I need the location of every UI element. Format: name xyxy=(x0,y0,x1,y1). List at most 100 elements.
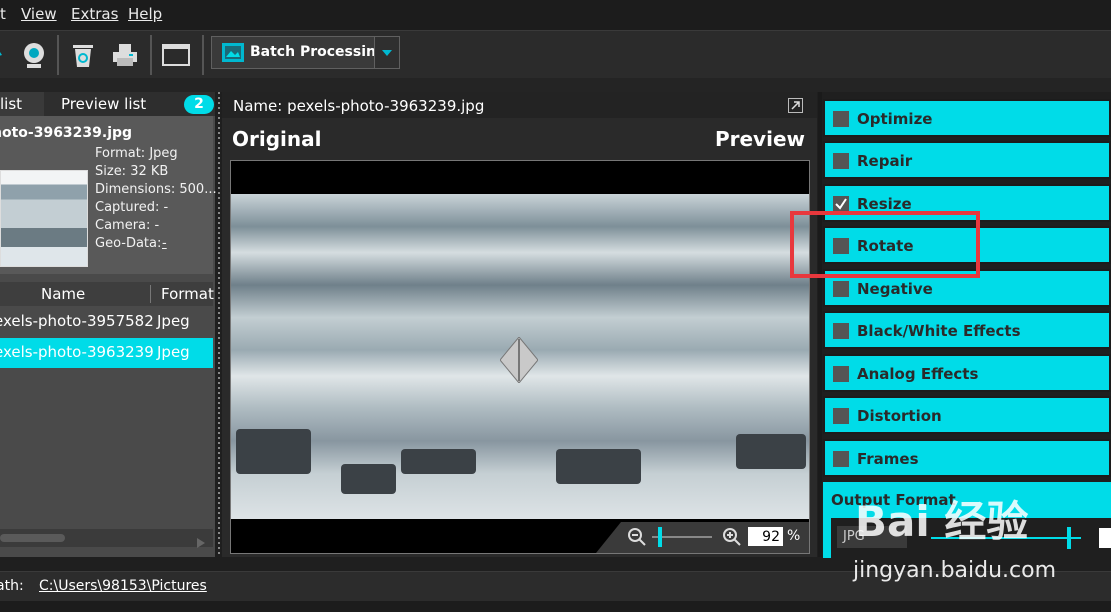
column-header-name[interactable]: Name xyxy=(41,285,85,303)
menu-item-edit[interactable]: t xyxy=(0,5,6,23)
effect-checkbox[interactable] xyxy=(833,408,849,424)
menu-bar: t View Extras Help xyxy=(0,0,1111,30)
watermark-url: jingyan.baidu.com xyxy=(853,558,1057,583)
toolbar: Batch Processing xyxy=(0,30,1111,79)
batch-processing-button[interactable]: Batch Processing xyxy=(211,36,400,69)
arrow-icon[interactable] xyxy=(0,38,10,72)
checkmark-icon xyxy=(835,198,847,210)
bottom-strip xyxy=(0,601,1111,612)
rock xyxy=(236,429,311,474)
effect-checkbox[interactable] xyxy=(833,323,849,339)
panel-divider xyxy=(818,92,822,557)
rock xyxy=(401,449,476,474)
effect-black-white[interactable]: Black/White Effects xyxy=(823,311,1111,349)
file-list-panel: list Preview list 2 noto-3963239.jpg For… xyxy=(0,92,217,557)
zoom-percent-label: % xyxy=(787,528,801,544)
effect-label: Frames xyxy=(857,450,919,468)
count-badge: 2 xyxy=(184,95,214,114)
tab-label: list xyxy=(0,95,23,113)
file-name-bar: Name: pexels-photo-3963239.jpg xyxy=(222,92,817,118)
effect-checkbox[interactable] xyxy=(833,111,849,127)
rock xyxy=(341,464,396,494)
row-name: exels-photo-3963239 xyxy=(0,343,154,361)
effect-optimize[interactable]: Optimize xyxy=(823,99,1111,137)
recycle-bin-icon[interactable] xyxy=(66,38,100,72)
toolbar-separator xyxy=(202,35,204,75)
popout-icon[interactable] xyxy=(788,98,803,113)
file-info-box: noto-3963239.jpg Format: Jpeg Size: 32 K… xyxy=(0,116,217,274)
effect-checkbox[interactable] xyxy=(833,153,849,169)
preview-panel: Name: pexels-photo-3963239.jpg Original … xyxy=(222,92,817,557)
info-dimensions: Dimensions: 500... xyxy=(95,182,217,197)
info-format: Format: Jpeg xyxy=(95,146,178,161)
watermark-logo: Bai 经验 xyxy=(855,497,1029,546)
toolbar-separator xyxy=(150,35,152,75)
effect-label: Distortion xyxy=(857,407,942,425)
thumbnail-image[interactable] xyxy=(0,170,88,267)
effect-analog[interactable]: Analog Effects xyxy=(823,354,1111,392)
zoom-bar: % xyxy=(596,522,809,553)
zoom-input[interactable] xyxy=(748,527,783,546)
menu-item-view[interactable]: View xyxy=(21,5,57,23)
tab-label: Preview list xyxy=(61,95,147,113)
effect-distortion[interactable]: Distortion xyxy=(823,396,1111,434)
rock xyxy=(556,449,641,484)
preview-label: Preview xyxy=(714,127,805,151)
table-row[interactable]: exels-photo-3957582 Jpeg xyxy=(0,307,213,337)
rock xyxy=(736,434,806,469)
row-format: Jpeg xyxy=(157,343,213,361)
effect-label: Negative xyxy=(857,280,933,298)
highlight-box xyxy=(790,211,980,278)
effect-label: Black/White Effects xyxy=(857,322,1021,340)
image-viewer[interactable]: % xyxy=(230,160,810,554)
info-captured: Captured: - xyxy=(95,200,169,215)
file-title: noto-3963239.jpg xyxy=(0,125,133,141)
zoom-slider-thumb[interactable] xyxy=(658,527,662,547)
zoom-out-icon[interactable] xyxy=(628,528,646,550)
effect-label: Analog Effects xyxy=(857,365,979,383)
effect-checkbox[interactable] xyxy=(833,366,849,382)
baidu-watermark: Bai 经验 jingyan.baidu.com xyxy=(853,488,1111,588)
zoom-in-icon[interactable] xyxy=(723,528,741,550)
printer-icon[interactable] xyxy=(108,38,142,72)
info-size: Size: 32 KB xyxy=(95,164,169,179)
effect-label: Optimize xyxy=(857,110,933,128)
effect-frames[interactable]: Frames xyxy=(823,439,1111,477)
info-geodata-link[interactable]: - xyxy=(162,236,167,251)
file-name-label: Name: pexels-photo-3963239.jpg xyxy=(233,97,485,115)
column-divider[interactable] xyxy=(150,285,151,303)
effect-checkbox-checked[interactable] xyxy=(833,196,849,212)
compare-slider-handle[interactable] xyxy=(499,336,539,387)
menu-item-extras[interactable]: Extras xyxy=(71,5,118,23)
effect-label: Repair xyxy=(857,152,913,170)
menu-item-help[interactable]: Help xyxy=(128,5,162,23)
toolbar-divider xyxy=(0,78,1111,92)
tab-list[interactable]: list xyxy=(0,92,46,116)
splitter-handle[interactable] xyxy=(218,92,220,557)
menu-label: Extras xyxy=(71,5,119,23)
list-header: Name Format xyxy=(0,282,214,306)
effect-repair[interactable]: Repair xyxy=(823,141,1111,179)
path-link[interactable]: C:\Users\98153\Pictures xyxy=(39,578,207,594)
effect-checkbox[interactable] xyxy=(833,281,849,297)
webcam-icon[interactable] xyxy=(17,38,51,72)
toolbar-separator xyxy=(57,35,59,75)
effect-checkbox[interactable] xyxy=(833,451,849,467)
info-geodata: Geo-Data: xyxy=(95,236,162,251)
scroll-right-icon[interactable] xyxy=(197,533,205,552)
window-icon[interactable] xyxy=(159,38,193,72)
path-label: ath: xyxy=(0,578,24,594)
row-name: exels-photo-3957582 xyxy=(0,312,154,330)
info-camera: Camera: - xyxy=(95,218,160,233)
menu-label: Help xyxy=(128,5,163,23)
menu-label: View xyxy=(21,5,57,23)
scrollbar-thumb[interactable] xyxy=(0,534,65,542)
column-header-format[interactable]: Format xyxy=(161,285,214,303)
batch-image-icon xyxy=(222,43,244,66)
chevron-down-icon[interactable] xyxy=(374,37,399,68)
batch-processing-label: Batch Processing xyxy=(250,44,386,60)
table-row-selected[interactable]: exels-photo-3963239 Jpeg xyxy=(0,338,213,368)
row-format: Jpeg xyxy=(157,312,213,330)
original-label: Original xyxy=(232,127,322,151)
horizontal-scrollbar[interactable] xyxy=(0,529,213,548)
